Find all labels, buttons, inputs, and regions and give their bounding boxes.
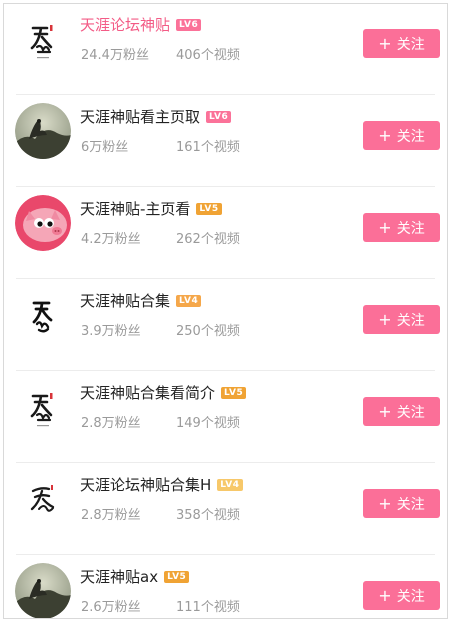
follow-label: 关注	[396, 496, 425, 513]
follow-button[interactable]: + 关注	[363, 581, 440, 610]
fans-count: 24.4万粉丝	[81, 48, 149, 63]
plus-icon: +	[378, 217, 392, 237]
follow-button[interactable]: + 关注	[363, 29, 440, 58]
level-badge: LV5	[196, 202, 222, 215]
user-name-line: 天涯神贴-主页看 LV5	[80, 198, 222, 219]
user-list-panel: 天涯论坛神贴 LV6 24.4万粉丝 406个视频 + 关注 天涯神贴看主页取 …	[3, 3, 448, 619]
plus-icon: +	[378, 33, 392, 53]
user-row[interactable]: 天涯神贴看主页取 LV6 6万粉丝 161个视频 + 关注	[4, 96, 447, 187]
divider	[16, 462, 435, 463]
plus-icon: +	[378, 585, 392, 605]
level-badge: LV5	[164, 570, 190, 583]
level-badge: LV6	[176, 18, 202, 31]
video-count: 161个视频	[176, 140, 240, 155]
follow-button[interactable]: + 关注	[363, 397, 440, 426]
video-count: 149个视频	[176, 416, 240, 431]
follow-label: 关注	[396, 220, 425, 237]
user-name-line: 天涯神贴看主页取 LV6	[80, 106, 232, 127]
user-name-line: 天涯论坛神贴合集H LV4	[80, 474, 243, 495]
fans-count: 2.8万粉丝	[81, 508, 141, 523]
fans-count: 2.8万粉丝	[81, 416, 141, 431]
follow-label: 关注	[396, 404, 425, 421]
user-row[interactable]: 天涯神贴ax LV5 2.6万粉丝 111个视频 + 关注	[4, 556, 447, 618]
plus-icon: +	[378, 401, 392, 421]
user-name[interactable]: 天涯论坛神贴	[80, 14, 170, 35]
fans-count: 4.2万粉丝	[81, 232, 141, 247]
user-name[interactable]: 天涯神贴看主页取	[80, 106, 200, 127]
plus-icon: +	[378, 125, 392, 145]
divider	[16, 554, 435, 555]
avatar[interactable]	[15, 195, 71, 251]
plus-icon: +	[378, 309, 392, 329]
follow-button[interactable]: + 关注	[363, 213, 440, 242]
level-badge: LV4	[176, 294, 202, 307]
user-row[interactable]: 天涯神贴合集 LV4 3.9万粉丝 250个视频 + 关注	[4, 280, 447, 371]
level-badge: LV5	[221, 386, 247, 399]
user-row[interactable]: 天涯论坛神贴 LV6 24.4万粉丝 406个视频 + 关注	[4, 4, 447, 95]
user-row[interactable]: 天涯论坛神贴合集H LV4 2.8万粉丝 358个视频 + 关注	[4, 464, 447, 555]
user-name[interactable]: 天涯神贴-主页看	[80, 198, 190, 219]
divider	[16, 370, 435, 371]
video-count: 358个视频	[176, 508, 240, 523]
video-count: 111个视频	[176, 600, 240, 615]
video-count: 406个视频	[176, 48, 240, 63]
user-name-line: 天涯神贴合集看简介 LV5	[80, 382, 247, 403]
video-count: 262个视频	[176, 232, 240, 247]
avatar[interactable]	[15, 471, 71, 527]
video-count: 250个视频	[176, 324, 240, 339]
avatar[interactable]	[15, 379, 71, 435]
divider	[16, 186, 435, 187]
follow-button[interactable]: + 关注	[363, 489, 440, 518]
plus-icon: +	[378, 493, 392, 513]
user-row[interactable]: 天涯神贴-主页看 LV5 4.2万粉丝 262个视频 + 关注	[4, 188, 447, 279]
user-name[interactable]: 天涯神贴合集	[80, 290, 170, 311]
follow-button[interactable]: + 关注	[363, 305, 440, 334]
divider	[16, 94, 435, 95]
avatar[interactable]	[15, 287, 71, 343]
level-badge: LV4	[217, 478, 243, 491]
follow-label: 关注	[396, 588, 425, 605]
follow-label: 关注	[396, 312, 425, 329]
follow-button[interactable]: + 关注	[363, 121, 440, 150]
user-name[interactable]: 天涯神贴合集看简介	[80, 382, 215, 403]
fans-count: 3.9万粉丝	[81, 324, 141, 339]
fans-count: 2.6万粉丝	[81, 600, 141, 615]
follow-label: 关注	[396, 36, 425, 53]
user-name-line: 天涯论坛神贴 LV6	[80, 14, 202, 35]
avatar[interactable]	[15, 563, 71, 618]
user-name-line: 天涯神贴ax LV5	[80, 566, 190, 587]
user-name[interactable]: 天涯神贴ax	[80, 566, 158, 587]
avatar[interactable]	[15, 103, 71, 159]
level-badge: LV6	[206, 110, 232, 123]
divider	[16, 278, 435, 279]
fans-count: 6万粉丝	[81, 140, 129, 155]
avatar[interactable]	[15, 11, 71, 67]
follow-label: 关注	[396, 128, 425, 145]
user-name-line: 天涯神贴合集 LV4	[80, 290, 202, 311]
user-row[interactable]: 天涯神贴合集看简介 LV5 2.8万粉丝 149个视频 + 关注	[4, 372, 447, 463]
user-name[interactable]: 天涯论坛神贴合集H	[80, 474, 211, 495]
